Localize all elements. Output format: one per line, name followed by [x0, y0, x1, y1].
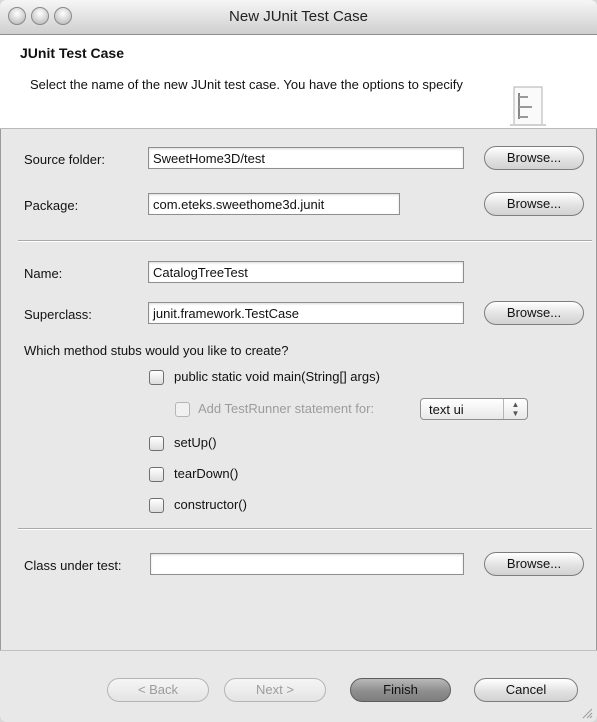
section-divider — [18, 528, 592, 529]
select-arrows-icon: ▲ ▼ — [503, 399, 527, 419]
teardown-label: tearDown() — [174, 466, 239, 481]
test-runner-select[interactable]: text ui ▲ ▼ — [420, 398, 528, 420]
button-bar: < Back Next > Finish Cancel — [0, 650, 597, 722]
test-runner-checkbox[interactable] — [175, 402, 190, 417]
page-description: Select the name of the new JUnit test ca… — [30, 77, 463, 92]
next-button[interactable]: Next > — [224, 678, 326, 702]
superclass-field[interactable]: junit.framework.TestCase — [148, 302, 464, 324]
class-under-test-browse-button[interactable]: Browse... — [484, 552, 584, 576]
cancel-button[interactable]: Cancel — [474, 678, 578, 702]
class-under-test-field[interactable] — [150, 553, 464, 575]
name-label: Name: — [24, 266, 63, 281]
junit-wizard-icon — [510, 86, 546, 126]
teardown-checkbox[interactable] — [149, 467, 164, 482]
superclass-browse-button[interactable]: Browse... — [484, 301, 584, 325]
main-method-checkbox[interactable] — [149, 370, 164, 385]
resize-grip-icon[interactable] — [581, 707, 593, 719]
wizard-header: JUnit Test Case Select the name of the n… — [0, 35, 597, 129]
title-bar[interactable]: New JUnit Test Case — [0, 0, 597, 35]
setup-label: setUp() — [174, 435, 217, 450]
window-title: New JUnit Test Case — [229, 8, 368, 25]
superclass-label: Superclass: — [24, 307, 92, 322]
method-stubs-question: Which method stubs would you like to cre… — [24, 343, 289, 358]
source-folder-label: Source folder: — [24, 152, 105, 167]
setup-checkbox[interactable] — [149, 436, 164, 451]
page-title: JUnit Test Case — [20, 45, 124, 61]
package-field[interactable]: com.eteks.sweethome3d.junit — [148, 193, 400, 215]
main-method-label: public static void main(String[] args) — [174, 369, 380, 384]
constructor-checkbox[interactable] — [149, 498, 164, 513]
constructor-label: constructor() — [174, 497, 247, 512]
new-junit-test-case-dialog: New JUnit Test Case JUnit Test Case Sele… — [0, 0, 597, 722]
source-folder-browse-button[interactable]: Browse... — [484, 146, 584, 170]
finish-button[interactable]: Finish — [350, 678, 451, 702]
name-field[interactable]: CatalogTreeTest — [148, 261, 464, 283]
class-under-test-label: Class under test: — [24, 558, 122, 573]
test-runner-label: Add TestRunner statement for: — [198, 401, 375, 416]
back-button[interactable]: < Back — [107, 678, 209, 702]
package-browse-button[interactable]: Browse... — [484, 192, 584, 216]
section-divider — [18, 240, 592, 241]
test-runner-selected-value: text ui — [429, 402, 464, 417]
package-label: Package: — [24, 198, 79, 213]
source-folder-field[interactable]: SweetHome3D/test — [148, 147, 464, 169]
